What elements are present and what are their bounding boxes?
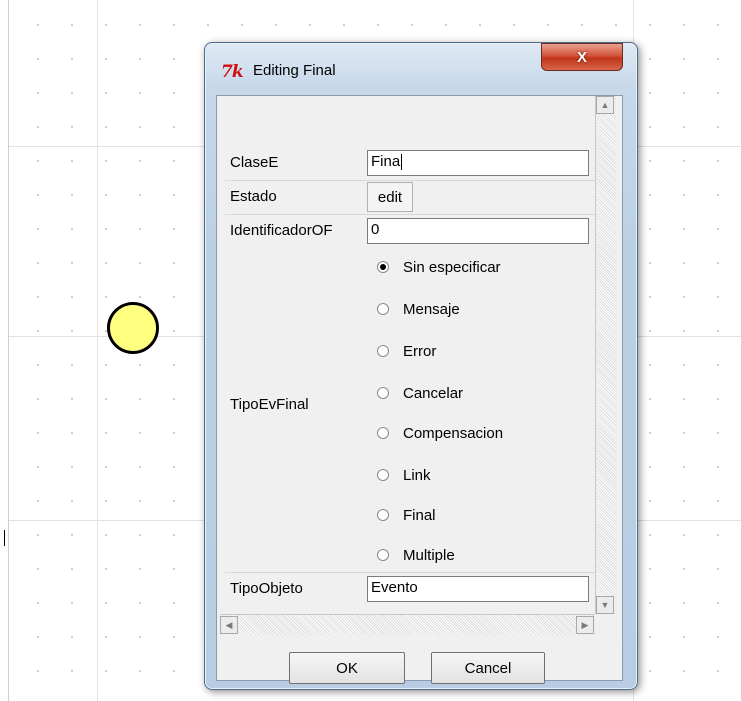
radio-error[interactable]: Error [377,338,436,364]
scroll-up-button[interactable]: ▲ [596,96,614,114]
close-button[interactable]: X [541,43,623,71]
horizontal-scrollbar[interactable]: ◀ ▶ [220,614,596,635]
ok-button[interactable]: OK [289,652,405,684]
radio-compensacion[interactable]: Compensacion [377,420,503,446]
row-divider [225,180,597,181]
tipo-objeto-label: TipoObjeto [230,580,303,597]
radio-sin-especificar[interactable]: Sin especificar [377,254,501,280]
scroll-right-button[interactable]: ▶ [576,616,594,634]
text-caret [401,154,403,171]
radio-icon [377,387,389,399]
chevron-left-icon: ◀ [225,619,233,630]
radio-final[interactable]: Final [377,502,436,528]
radio-selected-icon [377,261,389,273]
radio-link[interactable]: Link [377,462,431,488]
clase-input[interactable]: Fina [367,150,589,176]
scroll-left-button[interactable]: ◀ [220,616,238,634]
radio-icon [377,469,389,481]
row-divider [225,214,597,215]
end-event-node[interactable] [107,302,159,354]
tk-app-icon: 7k [221,62,244,82]
radio-label: Link [403,466,431,484]
grid-line [97,0,98,701]
chevron-up-icon: ▲ [600,100,610,110]
radio-icon [377,303,389,315]
radio-label: Final [403,506,436,524]
edge-mark [4,530,5,546]
properties-form: ClaseE Fina Estado edit IdentificadorOF … [217,96,603,614]
estado-edit-button[interactable]: edit [367,182,413,212]
identificador-input[interactable]: 0 [367,218,589,244]
left-margin [0,0,8,701]
cancel-button[interactable]: Cancel [431,652,545,684]
estado-label: Estado [230,188,277,205]
radio-icon [377,549,389,561]
window-title: Editing Final [253,62,336,79]
radio-multiple[interactable]: Multiple [377,542,455,568]
radio-label: Cancelar [403,384,464,402]
close-icon: X [576,48,587,66]
identificador-input-value: 0 [371,221,380,238]
title-bar[interactable]: 7k Editing Final X [205,43,637,99]
radio-icon [377,509,389,521]
chevron-down-icon: ▼ [600,600,610,610]
radio-label: Compensacion [403,424,504,442]
edit-dialog: 7k Editing Final X ClaseE Fina Estado ed… [204,42,638,690]
scrollbar-corner [595,614,615,634]
tipo-ev-final-label: TipoEvFinal [230,396,309,413]
radio-icon [377,345,389,357]
radio-label: Sin especificar [403,258,501,276]
radio-mensaje[interactable]: Mensaje [377,296,460,322]
vertical-scrollbar[interactable]: ▲ ▼ [595,96,616,614]
tipo-objeto-input[interactable]: Evento [367,576,589,602]
scroll-down-button[interactable]: ▼ [596,596,614,614]
radio-icon [377,427,389,439]
dialog-client-area: ClaseE Fina Estado edit IdentificadorOF … [216,95,623,684]
chevron-right-icon: ▶ [581,619,589,630]
radio-cancelar[interactable]: Cancelar [377,380,463,406]
radio-label: Error [403,342,437,360]
row-divider [225,572,597,573]
clase-label: ClaseE [230,154,279,171]
radio-label: Mensaje [403,300,460,318]
identificador-label: IdentificadorOF [230,222,333,239]
radio-label: Multiple [403,546,455,564]
clase-input-value: Fina [371,153,401,170]
tipo-objeto-input-value: Evento [371,579,418,596]
